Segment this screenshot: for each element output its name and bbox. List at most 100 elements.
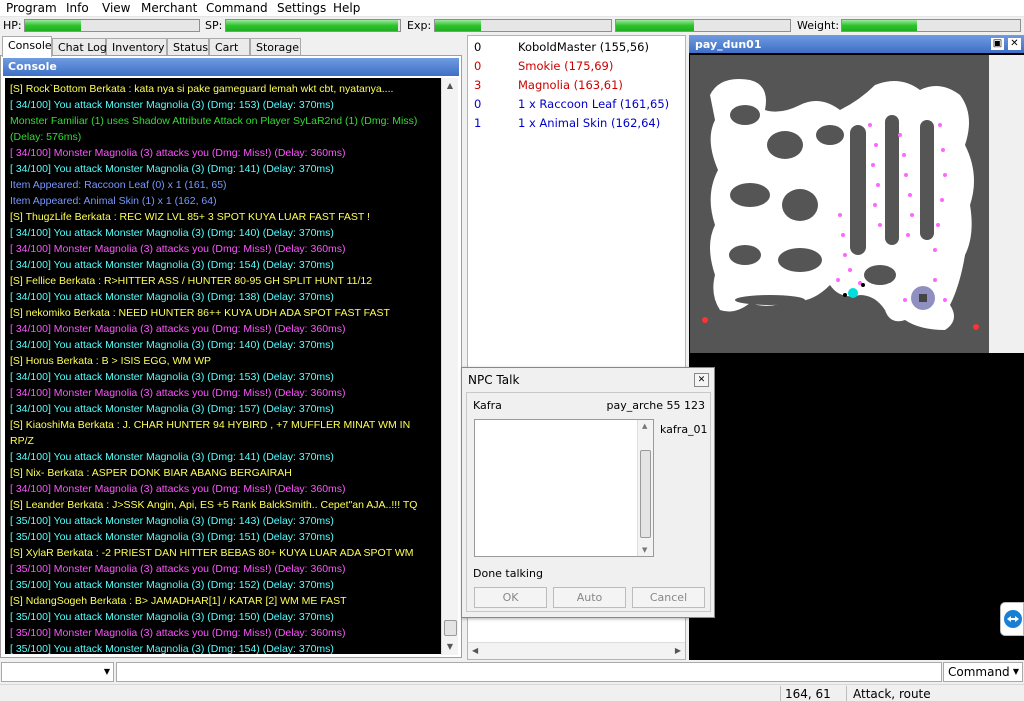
status-divider (846, 686, 847, 701)
console-scrollbar[interactable]: ▲ ▼ (441, 78, 458, 655)
menu-settings[interactable]: Settings (277, 1, 326, 15)
stat-bars: HP: SP: Exp: Weight: (0, 17, 1024, 35)
npc-status: Done talking (473, 567, 543, 580)
console-line: [ 34/100] Monster Magnolia (3) attacks y… (10, 323, 346, 335)
sp-label: SP: (205, 19, 223, 32)
menu-program[interactable]: Program (6, 1, 57, 15)
command-history-combo[interactable]: ▼ (1, 662, 114, 682)
npc-message-box[interactable]: ▲ ▼ (474, 419, 654, 557)
console-title: Console (3, 58, 459, 76)
console-line: [S] Rock`Bottom Berkata : kata nya si pa… (10, 83, 394, 95)
entity-name: Magnolia (163,61) (518, 78, 623, 92)
map-name: pay_dun01 (695, 38, 762, 51)
map-title: pay_dun01 ▣ ✕ (689, 35, 1024, 53)
scroll-right-icon[interactable]: ▶ (675, 646, 681, 655)
close-icon[interactable]: ✕ (694, 373, 709, 387)
hp-label: HP: (3, 19, 22, 32)
console-line: [S] Leander Berkata : J>SSK Angin, Api, … (10, 499, 418, 511)
console-line: [ 34/100] You attack Monster Magnolia (3… (10, 371, 334, 383)
console-line: [S] ThugzLife Berkata : REC WIZ LVL 85+ … (10, 211, 370, 223)
npc-message-scrollbar[interactable]: ▲ ▼ (637, 420, 653, 556)
scroll-down-icon[interactable]: ▼ (442, 639, 458, 655)
tab-inventory[interactable]: Inventory (106, 38, 167, 56)
npc-dialog-title: NPC Talk (468, 373, 520, 387)
npc-talk-dialog: NPC Talk ✕ Kafra pay_arche 55 123 ▲ ▼ ka… (461, 367, 715, 618)
scroll-up-icon[interactable]: ▲ (442, 78, 458, 94)
console-line: Monster Familiar (1) uses Shadow Attribu… (10, 115, 418, 143)
tab-chat-log[interactable]: Chat Log (52, 38, 107, 56)
close-icon[interactable]: ✕ (1008, 38, 1021, 50)
menu-help[interactable]: Help (333, 1, 360, 15)
console-line: [ 34/100] Monster Magnolia (3) attacks y… (10, 387, 346, 399)
scroll-thumb[interactable] (640, 450, 651, 538)
weight-label: Weight: (797, 19, 840, 32)
console-line: [ 35/100] Monster Magnolia (3) attacks y… (10, 627, 346, 639)
minimap-svg (690, 55, 989, 353)
console-line: [ 34/100] You attack Monster Magnolia (3… (10, 163, 334, 175)
entity-name: Smokie (175,69) (518, 59, 614, 73)
scroll-down-icon[interactable]: ▼ (642, 546, 647, 554)
console-line: [ 34/100] You attack Monster Magnolia (3… (10, 451, 334, 463)
menu-command[interactable]: Command (206, 1, 268, 15)
command-mode-select[interactable]: Command ▼ (943, 662, 1023, 682)
status-coords: 164, 61 (785, 687, 831, 701)
console-line: [ 35/100] You attack Monster Magnolia (3… (10, 643, 334, 654)
minimap[interactable] (690, 55, 989, 353)
auto-button[interactable]: Auto (553, 587, 626, 608)
console-panel: Console [S] Rock`Bottom Berkata : kata n… (0, 55, 462, 658)
console-line: [ 34/100] You attack Monster Magnolia (3… (10, 99, 334, 111)
entity-name: 1 x Raccoon Leaf (161,65) (518, 97, 670, 111)
tab-cart[interactable]: Cart (209, 38, 250, 56)
menu-info[interactable]: Info (66, 1, 89, 15)
console-line: [ 34/100] You attack Monster Magnolia (3… (10, 339, 334, 351)
exp-bar-secondary (615, 19, 791, 32)
chevron-down-icon[interactable]: ▼ (104, 667, 110, 676)
entity-index: 0 (474, 59, 482, 73)
console-line: [S] KiaoshiMa Berkata : J. CHAR HUNTER 9… (10, 419, 411, 447)
exp-bar-fill (435, 20, 481, 31)
tab-console[interactable]: Console (2, 36, 52, 57)
menu-merchant[interactable]: Merchant (141, 1, 197, 15)
command-row: ▼ Command ▼ (0, 660, 1024, 684)
console-line: [ 35/100] You attack Monster Magnolia (3… (10, 611, 334, 623)
hp-bar (24, 19, 200, 32)
entity-row[interactable]: 0 Smokie (175,69) (468, 57, 685, 75)
console-line: [S] Horus Berkata : B > ISIS EGG, WM WP (10, 355, 212, 367)
ok-button[interactable]: OK (474, 587, 547, 608)
console-line: [ 34/100] You attack Monster Magnolia (3… (10, 291, 334, 303)
menu-view[interactable]: View (102, 1, 130, 15)
sp-bar-fill (226, 20, 399, 31)
entity-row[interactable]: 1 1 x Animal Skin (162,64) (468, 114, 685, 132)
console-line: [ 35/100] You attack Monster Magnolia (3… (10, 579, 334, 591)
entity-row[interactable]: 0 1 x Raccoon Leaf (161,65) (468, 95, 685, 113)
npc-dialog-body: Kafra pay_arche 55 123 ▲ ▼ kafra_01 Done… (466, 392, 711, 612)
entity-index: 1 (474, 116, 482, 130)
console-line: [ 35/100] You attack Monster Magnolia (3… (10, 531, 334, 543)
scroll-up-icon[interactable]: ▲ (642, 422, 647, 430)
console-line: [S] XylaR Berkata : -2 PRIEST DAN HITTER… (10, 547, 414, 559)
weight-bar-fill (842, 20, 917, 31)
exp-bar (434, 19, 612, 32)
console-line: [ 35/100] Monster Magnolia (3) attacks y… (10, 563, 346, 575)
chevron-down-icon[interactable]: ▼ (1013, 667, 1019, 676)
entity-row[interactable]: 0 KoboldMaster (155,56) (468, 38, 685, 56)
teamviewer-icon[interactable] (1000, 602, 1024, 636)
scroll-left-icon[interactable]: ◀ (472, 646, 478, 655)
tab-status[interactable]: Status (167, 38, 209, 56)
cancel-button[interactable]: Cancel (632, 587, 705, 608)
console-line: [ 34/100] Monster Magnolia (3) attacks y… (10, 243, 346, 255)
entity-index: 3 (474, 78, 482, 92)
console-line: [ 34/100] You attack Monster Magnolia (3… (10, 227, 334, 239)
tab-storage[interactable]: Storage (250, 38, 301, 56)
entity-row[interactable]: 3 Magnolia (163,61) (468, 76, 685, 94)
console-log[interactable]: [S] Rock`Bottom Berkata : kata nya si pa… (5, 78, 441, 654)
scroll-thumb[interactable] (444, 620, 457, 636)
minimize-icon[interactable]: ▣ (991, 38, 1004, 50)
hp-bar-fill (25, 20, 81, 31)
npc-location: pay_arche 55 123 (606, 399, 705, 412)
entity-list-hscrollbar[interactable]: ◀ ▶ (468, 642, 685, 659)
npc-dialog-titlebar: NPC Talk ✕ (462, 368, 714, 392)
console-line: [ 34/100] Monster Magnolia (3) attacks y… (10, 147, 346, 159)
console-line: [ 35/100] You attack Monster Magnolia (3… (10, 515, 334, 527)
command-input[interactable] (116, 662, 942, 682)
